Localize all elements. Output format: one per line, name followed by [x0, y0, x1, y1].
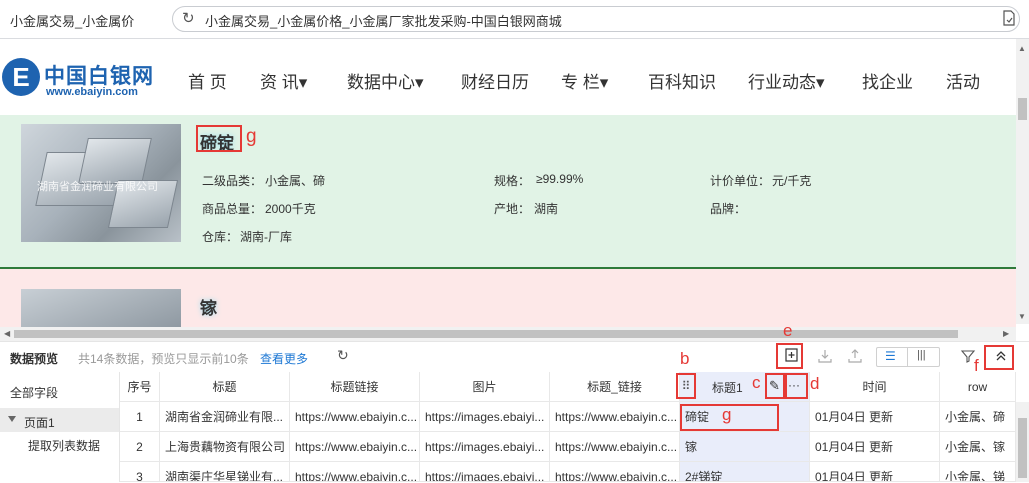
spec-category-label: 二级品类：	[202, 174, 263, 188]
table-cell-title1[interactable]: 2#锑锭	[680, 462, 810, 482]
browser-tab-title[interactable]: 小金属交易_小金属价	[10, 11, 134, 30]
column-header-title[interactable]: 标题	[160, 372, 290, 402]
site-logo-icon[interactable]: E	[2, 58, 40, 96]
vertical-scrollbar[interactable]	[1016, 39, 1029, 324]
spec-total-value: 2000千克	[265, 202, 316, 216]
spec-warehouse-value: 湖南-厂库	[240, 230, 292, 244]
nav-column[interactable]: 专 栏▾	[561, 68, 608, 93]
nav-wiki[interactable]: 百科知识	[648, 68, 716, 93]
product-image[interactable]	[21, 289, 181, 327]
column-header-index[interactable]: 序号	[120, 372, 160, 402]
annotation-label-d: d	[810, 374, 820, 393]
column-header-title-link[interactable]: 标题链接	[290, 372, 420, 402]
table-cell-row: 小金属、镓	[940, 432, 1016, 462]
column-header-row[interactable]: row	[940, 372, 1016, 402]
expand-arrow-icon[interactable]	[8, 416, 16, 422]
annotation-label-f: f	[974, 356, 979, 375]
vertical-scroll-thumb[interactable]	[1018, 98, 1027, 120]
preview-summary: 共14条数据，预览只显示前10条	[78, 352, 249, 366]
table-cell-title: 上海贵藕物资有限公司	[160, 432, 290, 462]
annotation-label-g: g	[722, 405, 732, 424]
table-cell-index: 2	[120, 432, 160, 462]
scroll-left-icon[interactable]: ◀	[4, 329, 10, 338]
spec-size-value: ≥99.99%	[536, 172, 584, 186]
column-header-title1-label: 标题1	[712, 381, 743, 395]
annotation-label-b: b	[680, 349, 690, 368]
tree-item-page1[interactable]	[0, 408, 119, 432]
annotation-label-g: g	[246, 126, 257, 147]
table-cell-title: 湖南渠庄华星锑业有...	[160, 462, 290, 482]
table-cell-link2: https://www.ebaiyin.c...	[550, 462, 680, 482]
column-header-time[interactable]: 时间	[810, 372, 940, 402]
nav-activity[interactable]: 活动	[946, 68, 980, 93]
table-cell-link: https://www.ebaiyin.c...	[290, 402, 420, 432]
nav-news[interactable]: 资 讯▾	[260, 68, 307, 93]
table-cell-image: https://images.ebaiyi...	[420, 462, 550, 482]
table-cell-time: 01月04日 更新	[810, 462, 940, 482]
spec-origin-label: 产地：	[494, 202, 531, 216]
table-cell-row: 小金属、碲	[940, 402, 1016, 432]
table-scroll-thumb[interactable]	[1018, 418, 1027, 478]
nav-calendar[interactable]: 财经日历	[461, 68, 529, 93]
page-action-icon[interactable]	[1002, 10, 1016, 26]
address-url[interactable]: 小金属交易_小金属价格_小金属厂家批发采购-中国白银网商城	[205, 11, 562, 30]
import-icon[interactable]	[816, 347, 834, 365]
spec-size-label: 规格：	[494, 174, 531, 188]
scroll-up-icon[interactable]: ▲	[1018, 44, 1026, 53]
spec-total-label: 商品总量：	[202, 202, 263, 216]
refresh-icon[interactable]: ↻	[337, 347, 349, 364]
product-title[interactable]: 镓	[200, 294, 217, 319]
spec-brand-label: 品牌：	[710, 202, 747, 216]
reload-icon[interactable]: ↻	[182, 9, 195, 27]
column-view-icon[interactable]: |||	[917, 349, 926, 361]
scroll-down-icon[interactable]: ▼	[1018, 312, 1026, 321]
annotation-box-f	[984, 345, 1014, 370]
image-watermark: 湖南省金润碲业有限公司	[37, 181, 158, 193]
site-logo-url: www.ebaiyin.com	[46, 86, 138, 98]
scroll-right-icon[interactable]: ▶	[1003, 329, 1009, 338]
table-cell-link: https://www.ebaiyin.c...	[290, 432, 420, 462]
spec-warehouse-label: 仓库：	[202, 230, 239, 244]
table-cell-link2: https://www.ebaiyin.c...	[550, 402, 680, 432]
table-cell-time: 01月04日 更新	[810, 432, 940, 462]
table-cell-image: https://images.ebaiyi...	[420, 432, 550, 462]
spec-unit-label: 计价单位：	[710, 174, 771, 188]
preview-title: 数据预览	[10, 352, 59, 366]
annotation-box-g	[196, 125, 242, 152]
table-cell-link: https://www.ebaiyin.c...	[290, 462, 420, 482]
annotation-label-e: e	[783, 321, 793, 340]
export-icon[interactable]	[846, 347, 864, 365]
spec-category-value: 小金属、碲	[265, 174, 326, 188]
table-cell-title1[interactable]: 镓	[680, 432, 810, 462]
spec-unit-value: 元/千克	[772, 174, 812, 188]
table-cell-time: 01月04日 更新	[810, 402, 940, 432]
list-view-icon[interactable]: ☰	[885, 349, 896, 363]
table-cell-image: https://images.ebaiyi...	[420, 402, 550, 432]
annotation-box-c	[765, 373, 785, 399]
nav-data-center[interactable]: 数据中心▾	[347, 68, 424, 93]
table-cell-link2: https://www.ebaiyin.c...	[550, 432, 680, 462]
table-cell-index: 1	[120, 402, 160, 432]
annotation-box-e	[776, 343, 803, 369]
tree-item-extract[interactable]: 提取列表数据	[28, 437, 100, 454]
table-cell-row: 小金属、锑	[940, 462, 1016, 482]
nav-home[interactable]: 首 页	[188, 68, 227, 93]
annotation-label-c: c	[752, 373, 761, 392]
table-cell-index: 3	[120, 462, 160, 482]
table-cell-title: 湖南省金润碲业有限...	[160, 402, 290, 432]
view-toggle-divider	[907, 348, 908, 366]
browser-tab-ellipsis: ...	[122, 11, 133, 26]
annotation-box-d	[785, 373, 808, 399]
all-fields-label[interactable]: 全部字段	[10, 384, 58, 401]
horizontal-scroll-thumb[interactable]	[14, 330, 958, 338]
annotation-box-b	[676, 373, 696, 399]
nav-industry[interactable]: 行业动态▾	[748, 68, 825, 93]
column-header-title-link2[interactable]: 标题_链接	[550, 372, 680, 402]
tree-item-page1-label[interactable]: 页面1	[24, 414, 55, 431]
spec-origin-value: 湖南	[534, 202, 559, 216]
column-header-image[interactable]: 图片	[420, 372, 550, 402]
view-more-link[interactable]: 查看更多	[260, 350, 308, 367]
nav-find-company[interactable]: 找企业	[862, 68, 913, 93]
